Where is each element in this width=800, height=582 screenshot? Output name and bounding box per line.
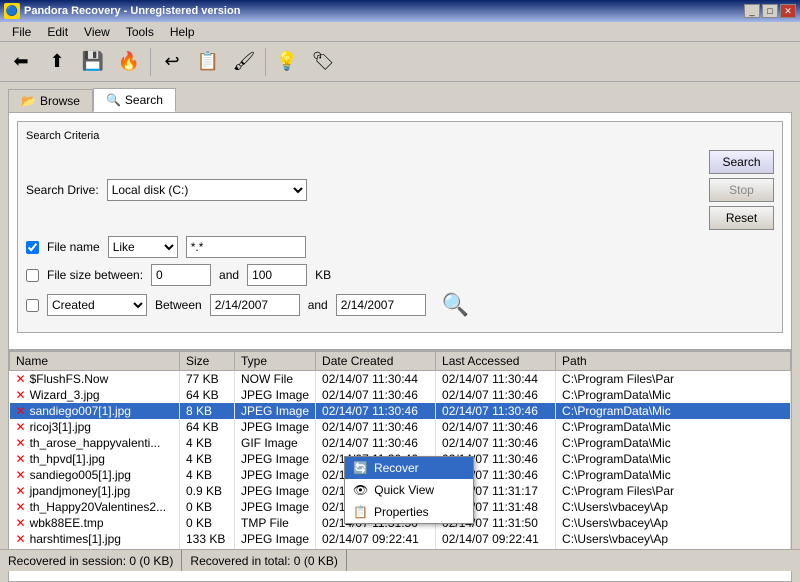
context-recover[interactable]: 🔄 Recover: [345, 457, 473, 479]
file-deleted-icon: ✕: [16, 516, 26, 530]
app-icon: 🔵: [4, 3, 20, 19]
criteria-title: Search Criteria: [26, 130, 774, 142]
col-created[interactable]: Date Created: [316, 352, 436, 371]
menu-bar: File Edit View Tools Help: [0, 22, 800, 42]
context-quickview[interactable]: 👁 Quick View: [345, 479, 473, 501]
filename-label: File name: [47, 240, 100, 254]
delete-button[interactable]: 🔥: [112, 45, 146, 79]
menu-help[interactable]: Help: [162, 23, 203, 41]
drive-label: Search Drive:: [26, 183, 99, 197]
file-deleted-icon: ✕: [16, 500, 26, 514]
file-deleted-icon: ✕: [16, 372, 26, 386]
status-bar: Recovered in session: 0 (0 KB) Recovered…: [0, 549, 800, 571]
filename-checkbox[interactable]: [26, 241, 39, 254]
file-deleted-icon: ✕: [16, 468, 26, 482]
toolbar-separator2: [265, 48, 266, 76]
file-deleted-icon: ✕: [16, 532, 26, 546]
col-accessed[interactable]: Last Accessed: [436, 352, 556, 371]
session-status: Recovered in session: 0 (0 KB): [0, 550, 182, 571]
file-deleted-icon: ✕: [16, 420, 26, 434]
toolbar-separator: [150, 48, 151, 76]
reset-button[interactable]: Reset: [709, 206, 774, 230]
search-execute-icon[interactable]: 🔍: [442, 292, 469, 318]
help-button[interactable]: 💡: [270, 45, 304, 79]
table-row[interactable]: ✕th_arose_happyvalenti...4 KBGIF Image02…: [10, 435, 791, 451]
search-tab-label: Search: [125, 93, 163, 107]
window-title: Pandora Recovery - Unregistered version: [24, 5, 240, 17]
tag-button[interactable]: 🏷: [306, 45, 340, 79]
table-row[interactable]: ✕$FlushFS.Now77 KBNOW File02/14/07 11:30…: [10, 371, 791, 388]
date-row: Created Modified Accessed Between and 🔍: [26, 292, 774, 318]
filesize-row: File size between: and KB: [26, 264, 774, 286]
search-tab-icon: 🔍: [106, 93, 121, 107]
quickview-icon: 👁: [353, 483, 368, 497]
paint-button[interactable]: 🖌: [227, 45, 261, 79]
back-button[interactable]: ⬅: [4, 45, 38, 79]
recover-label: Recover: [374, 461, 419, 475]
tab-area: 📂 Browse 🔍 Search: [0, 82, 800, 112]
file-deleted-icon: ✕: [16, 388, 26, 402]
search-panel: Search Criteria Search Drive: Local disk…: [8, 112, 792, 350]
like-select[interactable]: Like Exact Contains: [108, 236, 178, 258]
col-name[interactable]: Name: [10, 352, 180, 371]
size-from-input[interactable]: [151, 264, 211, 286]
minimize-button[interactable]: _: [744, 4, 760, 18]
col-type[interactable]: Type: [235, 352, 316, 371]
menu-view[interactable]: View: [76, 23, 118, 41]
properties-label: Properties: [374, 505, 429, 519]
context-properties[interactable]: 📋 Properties: [345, 501, 473, 523]
col-path[interactable]: Path: [556, 352, 791, 371]
browse-tab-icon: 📂: [21, 94, 36, 108]
filesize-checkbox[interactable]: [26, 269, 39, 282]
up-button[interactable]: ⬆: [40, 45, 74, 79]
date-from-input[interactable]: [210, 294, 300, 316]
between-label: Between: [155, 298, 202, 312]
results-table-container[interactable]: Name Size Type Date Created Last Accesse…: [8, 350, 792, 582]
drive-row: Search Drive: Local disk (C:) Local disk…: [26, 150, 774, 230]
close-button[interactable]: ✕: [780, 4, 796, 18]
filename-row: File name Like Exact Contains: [26, 236, 774, 258]
filesize-label: File size between:: [47, 268, 143, 282]
and-date-label: and: [308, 298, 328, 312]
table-row[interactable]: ✕harshtimes[1].jpg133 KBJPEG Image02/14/…: [10, 531, 791, 547]
restore-button[interactable]: ↩: [155, 45, 189, 79]
file-deleted-icon: ✕: [16, 404, 26, 418]
maximize-button[interactable]: □: [762, 4, 778, 18]
quickview-label: Quick View: [374, 483, 434, 497]
total-status: Recovered in total: 0 (0 KB): [182, 550, 346, 571]
recover-icon: 🔄: [353, 461, 368, 475]
kb-label: KB: [315, 268, 331, 282]
date-checkbox[interactable]: [26, 299, 39, 312]
table-row[interactable]: ✕sandiego007[1].jpg8 KBJPEG Image02/14/0…: [10, 403, 791, 419]
table-row[interactable]: ✕Wizard_3.jpg64 KBJPEG Image02/14/07 11:…: [10, 387, 791, 403]
pattern-input[interactable]: [186, 236, 306, 258]
menu-tools[interactable]: Tools: [118, 23, 162, 41]
size-to-input[interactable]: [247, 264, 307, 286]
date-to-input[interactable]: [336, 294, 426, 316]
and-label: and: [219, 268, 239, 282]
search-criteria-box: Search Criteria Search Drive: Local disk…: [17, 121, 783, 333]
tab-browse[interactable]: 📂 Browse: [8, 89, 93, 112]
table-row[interactable]: ✕ricoj3[1].jpg64 KBJPEG Image02/14/07 11…: [10, 419, 791, 435]
menu-edit[interactable]: Edit: [39, 23, 76, 41]
date-type-select[interactable]: Created Modified Accessed: [47, 294, 147, 316]
search-button[interactable]: Search: [709, 150, 774, 174]
tab-search[interactable]: 🔍 Search: [93, 88, 176, 112]
context-menu: 🔄 Recover 👁 Quick View 📋 Properties: [344, 456, 474, 524]
toolbar: ⬅ ⬆ 💾 🔥 ↩ 📋 🖌 💡 🏷: [0, 42, 800, 82]
drive-select[interactable]: Local disk (C:) Local disk (D:): [107, 179, 307, 201]
col-size[interactable]: Size: [180, 352, 235, 371]
copy-button[interactable]: 📋: [191, 45, 225, 79]
browse-tab-label: Browse: [40, 94, 80, 108]
save-button[interactable]: 💾: [76, 45, 110, 79]
file-deleted-icon: ✕: [16, 452, 26, 466]
menu-file[interactable]: File: [4, 23, 39, 41]
file-deleted-icon: ✕: [16, 484, 26, 498]
title-bar: 🔵 Pandora Recovery - Unregistered versio…: [0, 0, 800, 22]
properties-icon: 📋: [353, 505, 368, 519]
stop-button[interactable]: Stop: [709, 178, 774, 202]
file-deleted-icon: ✕: [16, 436, 26, 450]
